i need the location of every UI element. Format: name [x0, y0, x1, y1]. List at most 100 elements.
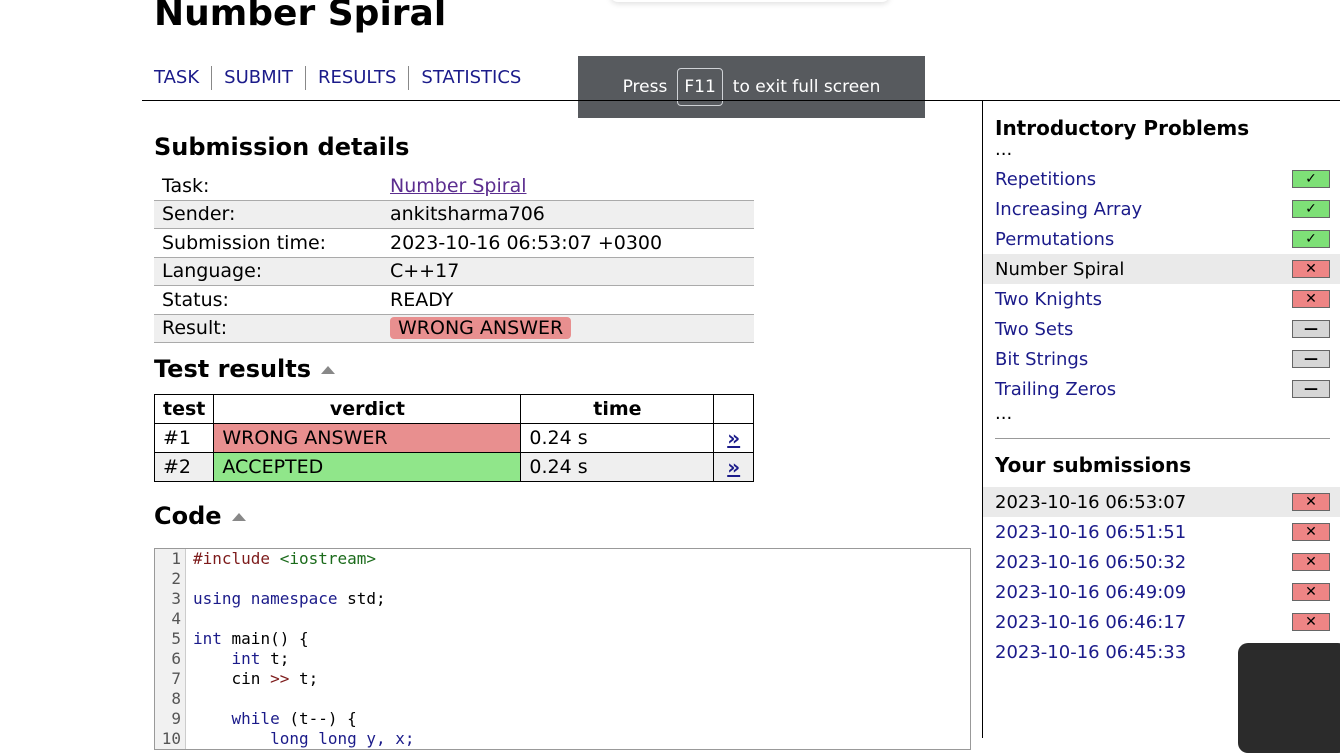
- col-verdict: verdict: [213, 394, 522, 424]
- collapse-triangle-icon[interactable]: [321, 366, 336, 374]
- problem-label: Two Knights: [995, 288, 1102, 310]
- submission-item[interactable]: 2023-10-16 06:53:07 ✕: [983, 487, 1340, 517]
- dash-icon: —: [1292, 320, 1330, 338]
- detail-key: Language:: [154, 257, 382, 286]
- time-cell: 0.24 s: [520, 423, 715, 453]
- line-number: 9: [171, 709, 181, 728]
- check-icon: ✓: [1292, 170, 1330, 188]
- submission-time: 2023-10-16 06:50:32: [995, 551, 1187, 573]
- submission-rows: 2023-10-16 06:53:07 ✕ 2023-10-16 06:51:51 ✕…: [983, 487, 1340, 667]
- submissions-heading: Your submissions: [995, 453, 1192, 477]
- time-cell: 0.24 s: [520, 452, 715, 482]
- code-token: (t--) {: [279, 709, 357, 728]
- col-test: test: [153, 394, 215, 424]
- detail-key: Result:: [154, 314, 382, 343]
- problem-label: Repetitions: [995, 168, 1097, 190]
- results-header-row: test verdict time: [153, 394, 754, 424]
- toast-press: Press: [622, 77, 668, 97]
- nav-submit[interactable]: SUBMIT: [211, 66, 305, 90]
- line-number: 4: [171, 609, 181, 628]
- col-time: time: [520, 394, 715, 424]
- view-test-link-icon[interactable]: »: [713, 452, 754, 482]
- code-token: while: [193, 709, 280, 728]
- problem-label: Two Sets: [995, 318, 1074, 340]
- test-results-heading[interactable]: Test results: [154, 355, 336, 383]
- code-heading[interactable]: Code: [154, 502, 246, 530]
- problems-heading: Introductory Problems: [995, 116, 1250, 140]
- sidebar-problem-item[interactable]: Number Spiral ✕: [983, 254, 1340, 284]
- detail-row: Sender: ankitsharma706: [154, 200, 754, 229]
- detail-value: C++17: [382, 257, 754, 286]
- code-token: std;: [337, 589, 386, 608]
- collapse-triangle-icon[interactable]: [231, 513, 246, 521]
- submission-details-heading: Submission details: [154, 133, 410, 161]
- detail-key: Status:: [154, 285, 382, 315]
- detail-key: Task:: [154, 172, 382, 201]
- code-token: t;: [289, 669, 319, 688]
- submission-item[interactable]: 2023-10-16 06:46:17 ✕: [983, 607, 1340, 637]
- detail-value: WRONG ANSWER: [382, 314, 754, 343]
- detail-row: Task: Number Spiral: [154, 172, 754, 201]
- cross-icon: ✕: [1292, 493, 1330, 511]
- view-test-link-icon[interactable]: »: [713, 423, 754, 453]
- task-link[interactable]: Number Spiral: [390, 175, 527, 197]
- code-token: #include: [193, 549, 271, 568]
- problem-label: Increasing Array: [995, 198, 1143, 220]
- code-token: using: [193, 589, 242, 608]
- submission-item[interactable]: 2023-10-16 06:50:32 ✕: [983, 547, 1340, 577]
- submission-item[interactable]: 2023-10-16 06:51:51 ✕: [983, 517, 1340, 547]
- test-number: #1: [153, 423, 215, 453]
- sidebar-problem-item[interactable]: Permutations ✓: [983, 224, 1340, 254]
- sidebar-problem-item[interactable]: Trailing Zeros —: [983, 374, 1340, 404]
- dash-icon: —: [1292, 380, 1330, 398]
- test-results-label: Test results: [154, 355, 312, 383]
- problem-label: Bit Strings: [995, 348, 1089, 370]
- code-token: >>: [260, 669, 290, 688]
- code-token: cin: [193, 669, 261, 688]
- detail-value: READY: [382, 285, 754, 315]
- submission-time: 2023-10-16 06:45:33: [995, 641, 1187, 663]
- nav-results[interactable]: RESULTS: [304, 66, 408, 90]
- detail-key: Sender:: [154, 200, 382, 229]
- submission-item[interactable]: 2023-10-16 06:49:09 ✕: [983, 577, 1340, 607]
- line-number: 3: [171, 589, 181, 608]
- line-number: 8: [171, 689, 181, 708]
- cross-icon: ✕: [1292, 583, 1330, 601]
- detail-value: 2023-10-16 06:53:07 +0300: [382, 228, 754, 258]
- code-token: long long y, x;: [193, 729, 415, 748]
- nav-statistics[interactable]: STATISTICS: [408, 66, 533, 90]
- line-number: 7: [171, 669, 181, 688]
- line-number: 2: [171, 569, 181, 588]
- sidebar-problem-item[interactable]: Two Knights ✕: [983, 284, 1340, 314]
- code-viewer[interactable]: 1 #include <iostream> 2 3 using namespace …: [154, 548, 971, 750]
- header-divider: [142, 100, 1340, 101]
- detail-value: Number Spiral: [382, 172, 754, 201]
- col-link: [713, 394, 754, 424]
- ellipsis: ...: [995, 139, 1013, 160]
- sidebar-problem-item[interactable]: Repetitions ✓: [983, 164, 1340, 194]
- cross-icon: ✕: [1292, 260, 1330, 278]
- verdict-cell: WRONG ANSWER: [213, 423, 522, 453]
- line-number: 5: [171, 629, 181, 648]
- cross-icon: ✕: [1292, 523, 1330, 541]
- verdict-cell: ACCEPTED: [213, 452, 522, 482]
- submission-time: 2023-10-16 06:53:07: [995, 491, 1187, 513]
- submission-time: 2023-10-16 06:51:51: [995, 521, 1187, 543]
- overlay-panel: [1238, 643, 1340, 753]
- ellipsis: ...: [995, 403, 1013, 424]
- detail-key: Submission time:: [154, 228, 382, 258]
- browser-popup-shadow: [610, 0, 890, 2]
- cross-icon: ✕: [1292, 290, 1330, 308]
- sidebar-problem-item[interactable]: Bit Strings —: [983, 344, 1340, 374]
- detail-value: ankitsharma706: [382, 200, 754, 229]
- nav-task[interactable]: TASK: [154, 66, 211, 90]
- code-token: int: [193, 649, 261, 668]
- sidebar-problem-item[interactable]: Two Sets —: [983, 314, 1340, 344]
- test-number: #2: [153, 452, 215, 482]
- detail-row: Status: READY: [154, 285, 754, 315]
- code-token: t;: [260, 649, 290, 668]
- line-number: 6: [171, 649, 181, 668]
- code-token: main() {: [221, 629, 309, 648]
- sidebar-problem-item[interactable]: Increasing Array ✓: [983, 194, 1340, 224]
- problem-rows: Repetitions ✓ Increasing Array ✓ Permutation…: [983, 164, 1340, 404]
